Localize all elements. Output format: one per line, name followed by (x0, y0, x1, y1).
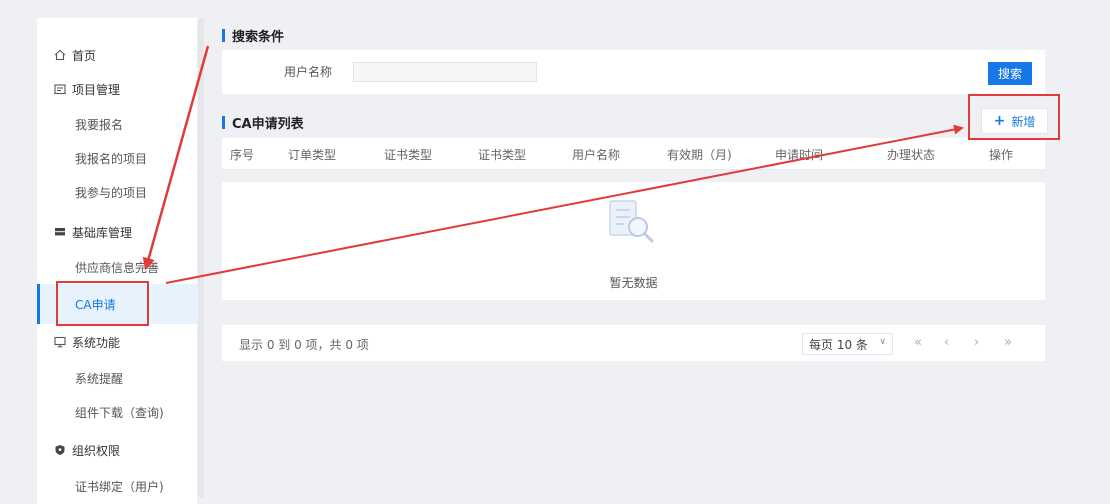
shield-icon (54, 444, 66, 456)
table-header: 序号 订单类型 证书类型 证书类型 用户名称 有效期（月) 申请时间 办理状态 … (222, 138, 1045, 170)
column-header-actions[interactable]: 操作 (989, 146, 1013, 163)
nav-base-library[interactable]: 基础库管理 (37, 221, 197, 243)
column-header-cert-type-2[interactable]: 证书类型 (478, 146, 526, 163)
add-button-label: 新增 (1011, 114, 1036, 129)
prev-page-icon[interactable]: ‹ (944, 335, 949, 350)
nav-org-permissions[interactable]: 组织权限 (37, 439, 197, 461)
search-section-title: 搜索条件 (222, 26, 284, 45)
column-header-index[interactable]: 序号 (230, 146, 254, 163)
last-page-icon[interactable]: » (1004, 335, 1012, 350)
home-icon (54, 49, 66, 61)
search-section-title-text: 搜索条件 (232, 30, 285, 45)
list-section-title-text: CA申请列表 (232, 117, 304, 132)
nav-ca-apply[interactable]: CA申请 (37, 284, 197, 324)
column-header-status[interactable]: 办理状态 (887, 146, 935, 163)
nav-component-download-label: 组件下载（查询) (75, 405, 164, 420)
nav-org-permissions-label: 组织权限 (72, 443, 121, 458)
nav-system-reminder-label: 系统提醒 (75, 371, 124, 386)
monitor-icon (54, 336, 66, 348)
section-marker (222, 29, 225, 42)
nav-my-participated-projects[interactable]: 我参与的项目 (37, 181, 197, 203)
nav-component-download[interactable]: 组件下载（查询) (37, 401, 197, 423)
folder-icon (54, 83, 66, 95)
column-header-validity[interactable]: 有效期（月) (667, 146, 732, 163)
search-button[interactable]: 搜索 (988, 62, 1032, 85)
sidebar: 首页 项目管理 我要报名 我报名的项目 我参与的项目 基础库管理 供应商信息完善… (37, 18, 197, 504)
nav-my-signed-projects-label: 我报名的项目 (75, 151, 148, 166)
section-marker (222, 116, 225, 129)
nav-system-functions-label: 系统功能 (72, 335, 121, 350)
pagination-info: 显示 0 到 0 项，共 0 项 (239, 338, 369, 352)
empty-state: 暂无数据 (222, 182, 1045, 300)
nav-project-management-label: 项目管理 (72, 82, 121, 97)
user-name-input[interactable] (353, 62, 537, 82)
column-header-apply-time[interactable]: 申请时间 (775, 146, 823, 163)
pagination: 显示 0 到 0 项，共 0 项 每页 10 条 ∨ « ‹ › » (222, 325, 1045, 361)
plus-icon: + (993, 113, 1006, 129)
nav-cert-binding[interactable]: 证书绑定（用户) (37, 475, 197, 497)
chevron-down-icon: ∨ (879, 337, 886, 347)
nav-sign-up-label: 我要报名 (75, 117, 124, 132)
nav-system-functions[interactable]: 系统功能 (37, 331, 197, 353)
nav-home-label: 首页 (72, 48, 97, 63)
column-header-user-name[interactable]: 用户名称 (572, 146, 620, 163)
nav-cert-binding-label: 证书绑定（用户) (75, 479, 164, 494)
list-section-title: CA申请列表 (222, 113, 304, 132)
no-data-icon (609, 200, 654, 243)
nav-ca-apply-label: CA申请 (75, 297, 116, 312)
column-header-cert-type[interactable]: 证书类型 (384, 146, 432, 163)
nav-my-signed-projects[interactable]: 我报名的项目 (37, 147, 197, 169)
page-size-select[interactable]: 每页 10 条 ∨ (802, 333, 893, 355)
page-size-value: 每页 10 条 (809, 337, 868, 352)
nav-base-library-label: 基础库管理 (72, 225, 133, 240)
add-button[interactable]: + 新增 (981, 108, 1048, 134)
nav-my-participated-projects-label: 我参与的项目 (75, 185, 148, 200)
column-header-order-type[interactable]: 订单类型 (288, 146, 336, 163)
nav-project-management[interactable]: 项目管理 (37, 78, 197, 100)
search-panel: 用户名称 搜索 (222, 50, 1045, 94)
database-icon (54, 226, 66, 238)
sidebar-scrollbar[interactable] (198, 18, 204, 498)
nav-supplier-info-label: 供应商信息完善 (75, 260, 160, 275)
nav-supplier-info[interactable]: 供应商信息完善 (37, 256, 197, 278)
nav-system-reminder[interactable]: 系统提醒 (37, 367, 197, 389)
empty-text: 暂无数据 (609, 276, 658, 290)
user-name-label: 用户名称 (284, 65, 333, 79)
nav-home[interactable]: 首页 (37, 44, 197, 66)
nav-sign-up[interactable]: 我要报名 (37, 113, 197, 135)
next-page-icon[interactable]: › (974, 335, 979, 350)
first-page-icon[interactable]: « (914, 335, 922, 350)
